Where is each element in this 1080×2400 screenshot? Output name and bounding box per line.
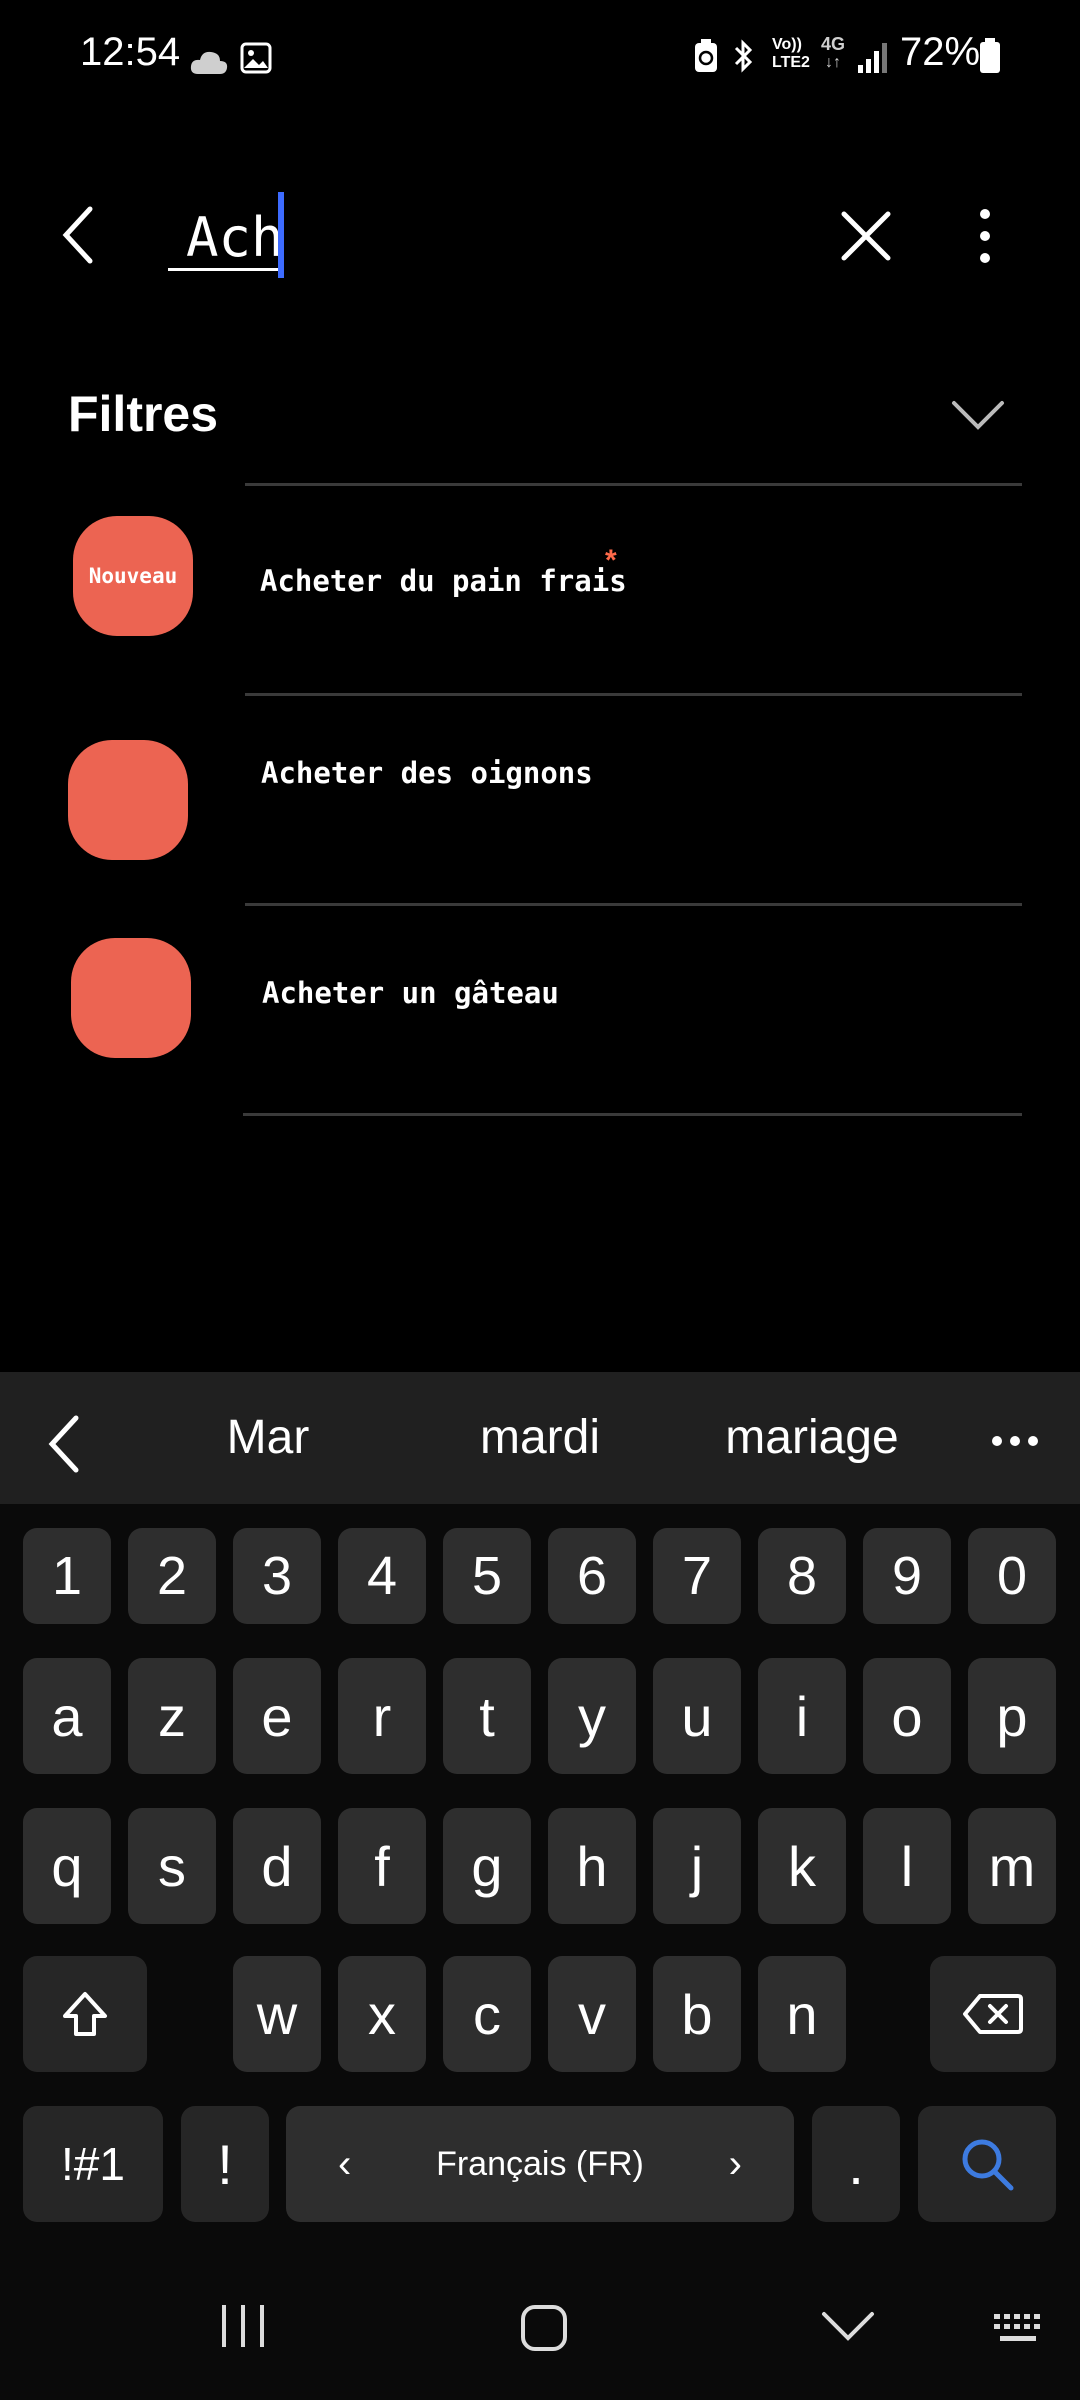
task-check-blob[interactable]: Nouveau (73, 516, 193, 636)
key-4[interactable]: 4 (338, 1528, 426, 1624)
language-label: Français (FR) (436, 2144, 644, 2183)
key-9[interactable]: 9 (863, 1528, 951, 1624)
key-k[interactable]: k (758, 1808, 846, 1924)
key-7[interactable]: 7 (653, 1528, 741, 1624)
data-4g-icon: 4G ↓↑ (818, 34, 848, 71)
key-5[interactable]: 5 (443, 1528, 531, 1624)
filters-title[interactable]: Filtres (68, 385, 218, 443)
suggestion-back-icon[interactable] (44, 1414, 84, 1474)
key-p[interactable]: p (968, 1658, 1056, 1774)
volte-label: Vo)) (772, 36, 802, 53)
recent-apps-icon[interactable] (218, 2303, 268, 2349)
task-check-blob[interactable] (68, 740, 188, 860)
key-o[interactable]: o (863, 1658, 951, 1774)
task-label: Acheter du pain frais (260, 564, 627, 598)
hide-keyboard-icon[interactable] (820, 2310, 876, 2344)
key-x[interactable]: x (338, 1956, 426, 2072)
search-icon (962, 2139, 1014, 2191)
task-label: Acheter un gâteau (262, 976, 559, 1010)
network-type-label: 4G (820, 34, 845, 54)
key-y[interactable]: y (548, 1658, 636, 1774)
more-suggestions-icon[interactable] (990, 1426, 1040, 1456)
language-next-icon[interactable]: › (729, 2142, 742, 2187)
keyboard-switch-icon[interactable] (992, 2310, 1048, 2350)
battery-icon (980, 38, 1000, 73)
key-v[interactable]: v (548, 1956, 636, 2072)
period-key[interactable]: . (812, 2106, 900, 2222)
new-badge: Nouveau (88, 564, 178, 588)
key-0[interactable]: 0 (968, 1528, 1056, 1624)
key-r[interactable]: r (338, 1658, 426, 1774)
suggestion-2[interactable]: mardi (420, 1410, 660, 1465)
new-marker: * (605, 544, 617, 577)
task-row[interactable]: Nouveau Acheter du pain frais * (0, 490, 1080, 690)
bluetooth-icon (734, 39, 753, 73)
status-time: 12:54 (80, 30, 181, 74)
clear-icon[interactable] (836, 206, 896, 266)
backspace-icon (963, 1994, 1023, 2034)
key-f[interactable]: f (338, 1808, 426, 1924)
divider (245, 693, 1022, 696)
backspace-key[interactable] (930, 1956, 1056, 2072)
divider (245, 903, 1022, 906)
key-3[interactable]: 3 (233, 1528, 321, 1624)
exclamation-key[interactable]: ! (181, 2106, 269, 2222)
task-label: Acheter des oignons (261, 756, 593, 790)
search-key[interactable] (918, 2106, 1056, 2222)
key-q[interactable]: q (23, 1808, 111, 1924)
space-key[interactable]: ‹ Français (FR) › (286, 2106, 794, 2222)
language-prev-icon[interactable]: ‹ (338, 2142, 351, 2187)
key-b[interactable]: b (653, 1956, 741, 2072)
key-w[interactable]: w (233, 1956, 321, 2072)
battery-percent: 72% (900, 30, 981, 74)
more-options-icon[interactable] (960, 206, 1010, 266)
key-6[interactable]: 6 (548, 1528, 636, 1624)
text-cursor (278, 192, 284, 278)
divider (243, 1113, 1022, 1116)
suggestion-1[interactable]: Mar (148, 1410, 388, 1465)
key-t[interactable]: t (443, 1658, 531, 1774)
key-2[interactable]: 2 (128, 1528, 216, 1624)
key-j[interactable]: j (653, 1808, 741, 1924)
key-l[interactable]: l (863, 1808, 951, 1924)
lte-label: LTE2 (772, 54, 810, 71)
key-8[interactable]: 8 (758, 1528, 846, 1624)
symbols-key[interactable]: !#1 (23, 2106, 163, 2222)
cloud-icon (190, 51, 228, 74)
home-icon[interactable] (519, 2303, 569, 2353)
key-n[interactable]: n (758, 1956, 846, 2072)
shift-key[interactable] (23, 1956, 147, 2072)
search-text-underline (168, 268, 278, 271)
shift-icon (63, 1992, 107, 2036)
task-row[interactable]: Acheter des oignons (0, 700, 1080, 900)
key-a[interactable]: a (23, 1658, 111, 1774)
key-s[interactable]: s (128, 1808, 216, 1924)
signal-icon (858, 43, 887, 73)
key-c[interactable]: c (443, 1956, 531, 2072)
back-arrow-icon[interactable] (56, 205, 106, 265)
gallery-icon (240, 42, 272, 74)
key-u[interactable]: u (653, 1658, 741, 1774)
key-1[interactable]: 1 (23, 1528, 111, 1624)
key-i[interactable]: i (758, 1658, 846, 1774)
battery-saver-icon (695, 39, 717, 72)
suggestion-3[interactable]: mariage (692, 1410, 932, 1465)
key-h[interactable]: h (548, 1808, 636, 1924)
key-g[interactable]: g (443, 1808, 531, 1924)
key-d[interactable]: d (233, 1808, 321, 1924)
key-m[interactable]: m (968, 1808, 1056, 1924)
volte-icon: Vo)) LTE2 (772, 36, 816, 72)
task-row[interactable]: Acheter un gâteau (0, 910, 1080, 1110)
divider (245, 483, 1022, 486)
chevron-down-icon[interactable] (948, 395, 1008, 435)
navigation-bar (0, 2240, 1080, 2400)
task-check-blob[interactable] (71, 938, 191, 1058)
key-z[interactable]: z (128, 1658, 216, 1774)
key-e[interactable]: e (233, 1658, 321, 1774)
status-bar: 12:54 Vo)) LTE2 4G ↓↑ 72% (0, 0, 1080, 110)
